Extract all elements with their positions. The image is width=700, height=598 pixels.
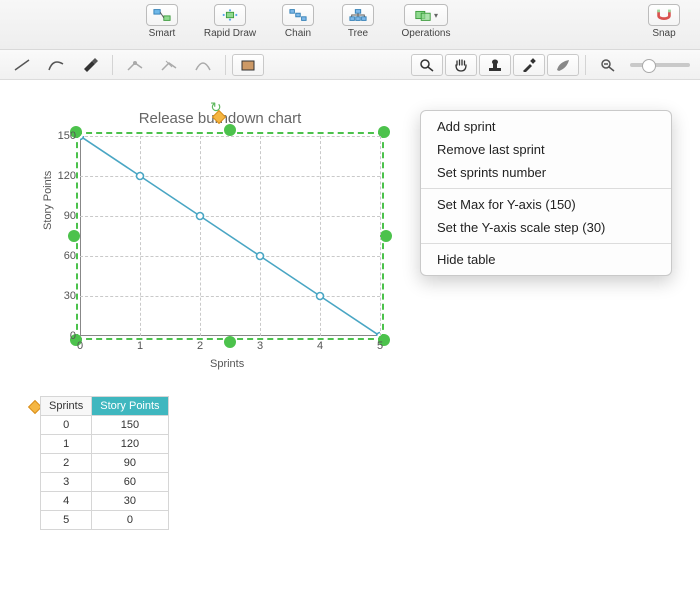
- menu-separator: [421, 188, 671, 189]
- smart-button[interactable]: Smart: [132, 4, 192, 39]
- table-row: 1120: [41, 435, 169, 454]
- table-row: 0150: [41, 416, 169, 435]
- selection-handle-icon[interactable]: [68, 230, 80, 242]
- y-tick: 0: [52, 330, 76, 342]
- zoom-out-icon[interactable]: [592, 54, 624, 76]
- x-axis-label: Sprints: [210, 358, 244, 370]
- y-tick: 150: [52, 130, 76, 142]
- x-tick: 4: [317, 340, 323, 352]
- menu-add-sprint[interactable]: Add sprint: [421, 115, 671, 138]
- y-tick: 30: [52, 290, 76, 302]
- y-tick: 90: [52, 210, 76, 222]
- context-menu: Add sprint Remove last sprint Set sprint…: [420, 110, 672, 276]
- x-tick: 2: [197, 340, 203, 352]
- edit-point-remove-icon[interactable]: [153, 54, 185, 76]
- y-tick: 60: [52, 250, 76, 262]
- rapid-label: Rapid Draw: [192, 28, 268, 39]
- chain-label: Chain: [268, 28, 328, 39]
- selection-handle-icon[interactable]: [224, 124, 236, 136]
- burndown-chart[interactable]: ↻ Release burndown chart Story Points Sp…: [30, 100, 410, 380]
- tree-label: Tree: [328, 28, 388, 39]
- canvas-area[interactable]: ↻ Release burndown chart Story Points Sp…: [0, 80, 700, 598]
- sub-toolbar: [0, 50, 700, 80]
- table-header-points[interactable]: Story Points: [92, 397, 168, 416]
- eyedropper-tool-icon[interactable]: [513, 54, 545, 76]
- chart-title: Release burndown chart: [30, 110, 410, 127]
- curve-tool-icon[interactable]: [40, 54, 72, 76]
- menu-set-y-step[interactable]: Set the Y-axis scale step (30): [421, 216, 671, 239]
- line-tool-icon[interactable]: [6, 54, 38, 76]
- snap-button[interactable]: Snap: [636, 4, 692, 39]
- x-tick: 1: [137, 340, 143, 352]
- zoom-tool-icon[interactable]: [411, 54, 443, 76]
- menu-separator: [421, 243, 671, 244]
- table-header-sprints[interactable]: Sprints: [41, 397, 92, 416]
- x-tick: 3: [257, 340, 263, 352]
- pen-tool-icon[interactable]: [74, 54, 106, 76]
- menu-set-sprints-number[interactable]: Set sprints number: [421, 161, 671, 184]
- chart-data-table[interactable]: Sprints Story Points 0150 1120 290 360 4…: [40, 396, 169, 530]
- fill-tool-icon[interactable]: [232, 54, 264, 76]
- brush-tool-icon[interactable]: [547, 54, 579, 76]
- smart-label: Smart: [132, 28, 192, 39]
- operations-label: Operations: [388, 28, 464, 39]
- zoom-slider[interactable]: [630, 63, 690, 67]
- x-tick: 0: [77, 340, 83, 352]
- snap-label: Snap: [636, 28, 692, 39]
- chain-button[interactable]: Chain: [268, 4, 328, 39]
- pan-tool-icon[interactable]: [445, 54, 477, 76]
- edit-point-add-icon[interactable]: [119, 54, 151, 76]
- edit-segment-icon[interactable]: [187, 54, 219, 76]
- menu-remove-sprint[interactable]: Remove last sprint: [421, 138, 671, 161]
- menu-hide-table[interactable]: Hide table: [421, 248, 671, 271]
- operations-button[interactable]: ▾ Operations: [388, 4, 464, 39]
- rapid-draw-button[interactable]: Rapid Draw: [192, 4, 268, 39]
- main-toolbar: Smart Rapid Draw Chain Tree ▾ Operations…: [0, 0, 700, 50]
- plot-area[interactable]: 0 1 2 3 4 5 0 30 60 90 120 150: [80, 136, 380, 336]
- table-row: 430: [41, 492, 169, 511]
- menu-set-y-max[interactable]: Set Max for Y-axis (150): [421, 193, 671, 216]
- x-tick: 5: [377, 340, 383, 352]
- tree-button[interactable]: Tree: [328, 4, 388, 39]
- selection-handle-icon[interactable]: [380, 230, 392, 242]
- table-row: 50: [41, 511, 169, 530]
- table-row: 290: [41, 454, 169, 473]
- table-row: 360: [41, 473, 169, 492]
- stamp-tool-icon[interactable]: [479, 54, 511, 76]
- y-tick: 120: [52, 170, 76, 182]
- selection-handle-icon[interactable]: [224, 336, 236, 348]
- burndown-series: [80, 136, 380, 336]
